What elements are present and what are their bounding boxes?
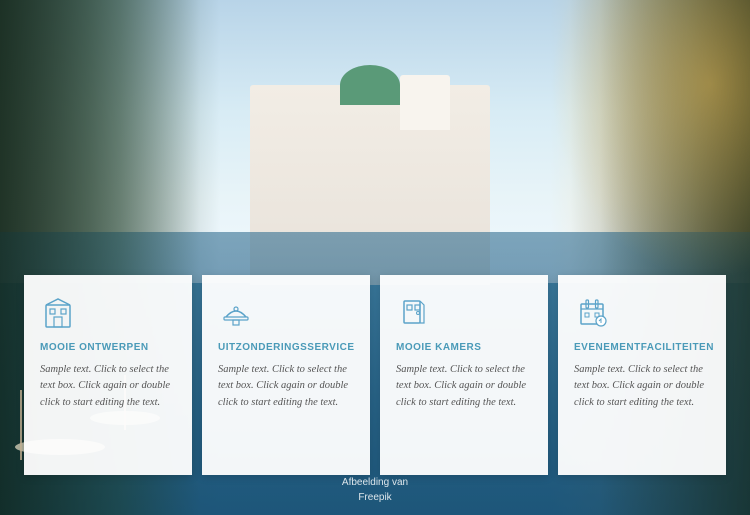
- room-icon: [396, 295, 432, 331]
- page-wrapper: MOOIE ONTWERPEN Sample text. Click to se…: [0, 0, 750, 515]
- card-2-title: UITZONDERINGSSERVICE: [218, 341, 354, 354]
- card-1-title: MOOIE ONTWERPEN: [40, 341, 176, 354]
- attribution-line1: Afbeelding van: [342, 475, 408, 490]
- card-1-text[interactable]: Sample text. Click to select the text bo…: [40, 362, 176, 411]
- card-2-text[interactable]: Sample text. Click to select the text bo…: [218, 362, 354, 411]
- card-mooie-kamers: MOOIE KAMERS Sample text. Click to selec…: [380, 275, 548, 475]
- attribution-line2: Freepik: [342, 490, 408, 505]
- card-evenementfaciliteiten: EVENEMENTFACILITEITEN Sample text. Click…: [558, 275, 726, 475]
- card-3-text[interactable]: Sample text. Click to select the text bo…: [396, 362, 532, 411]
- card-uitzonderingsservice: UITZONDERINGSSERVICE Sample text. Click …: [202, 275, 370, 475]
- cards-row: MOOIE ONTWERPEN Sample text. Click to se…: [0, 275, 750, 475]
- attribution: Afbeelding van Freepik: [342, 475, 408, 505]
- card-3-title: MOOIE KAMERS: [396, 341, 532, 354]
- event-icon: [574, 295, 610, 331]
- card-mooie-ontwerpen: MOOIE ONTWERPEN Sample text. Click to se…: [24, 275, 192, 475]
- service-icon: [218, 295, 254, 331]
- building-icon: [40, 295, 76, 331]
- card-4-text[interactable]: Sample text. Click to select the text bo…: [574, 362, 710, 411]
- card-4-title: EVENEMENTFACILITEITEN: [574, 341, 710, 354]
- content-area: MOOIE ONTWERPEN Sample text. Click to se…: [0, 0, 750, 515]
